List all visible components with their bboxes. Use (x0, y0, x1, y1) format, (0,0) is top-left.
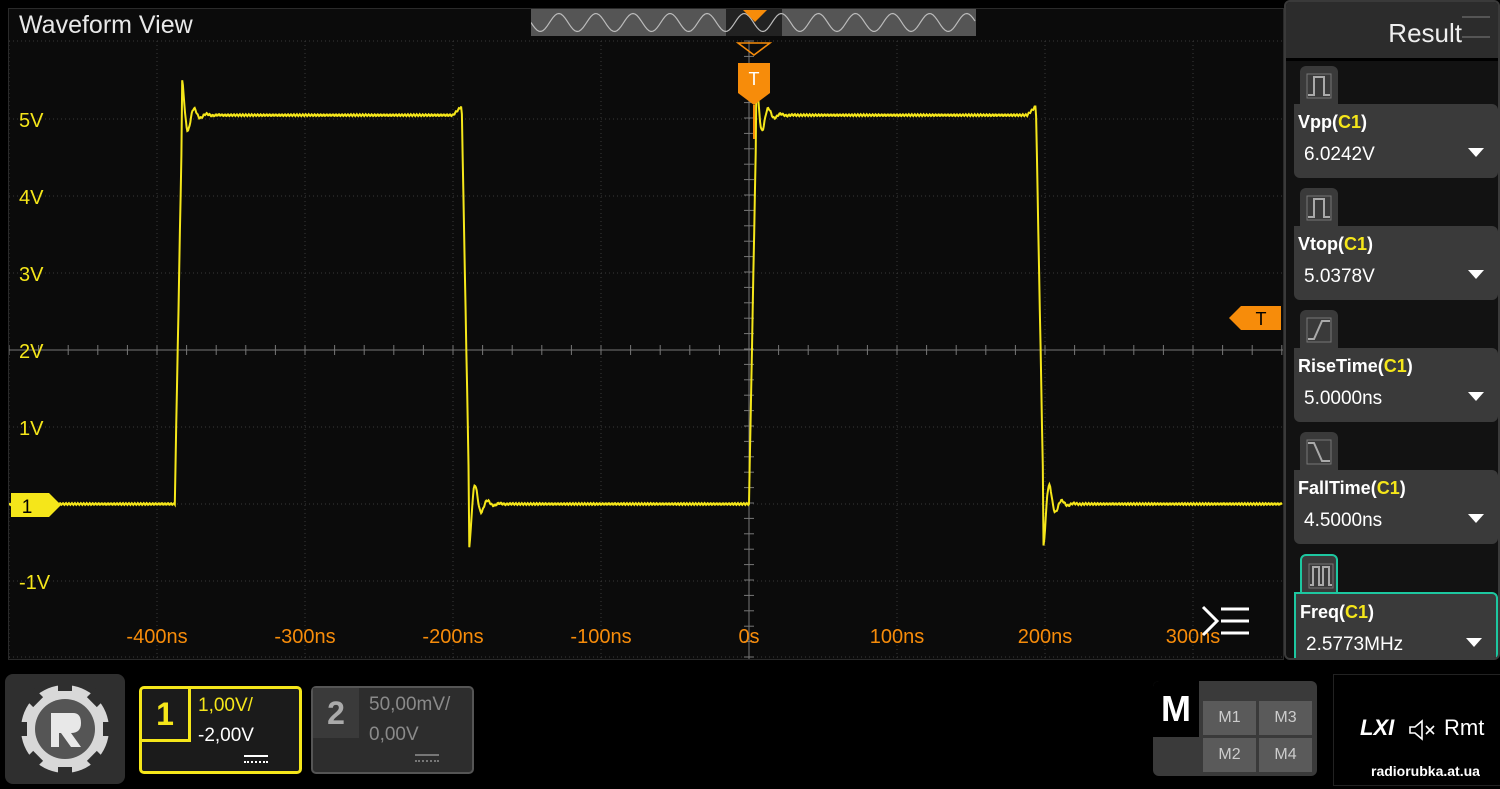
channel-2-number: 2 (313, 688, 359, 738)
trigger-position-marker[interactable]: T (735, 42, 773, 139)
m1-button[interactable]: M1 (1203, 701, 1256, 735)
channel-2-scale: 50,00mV/ (369, 694, 451, 715)
y-axis-label: 2V (19, 341, 44, 363)
x-axis-label: -100ns (570, 626, 631, 648)
y-axis-label: 4V (19, 187, 44, 209)
overview-wave (530, 9, 976, 36)
channel-1-offset: -2,00V (198, 725, 254, 746)
chevron-down-icon[interactable] (1468, 392, 1484, 401)
y-axis-label: 3V (19, 264, 44, 286)
menu-icon[interactable] (1462, 16, 1490, 38)
watermark: radiorubka.at.ua (1371, 763, 1480, 779)
chevron-down-icon[interactable] (1468, 270, 1484, 279)
chevron-down-icon[interactable] (1468, 148, 1484, 157)
waveform-overview-bar[interactable] (530, 9, 976, 36)
m3-button[interactable]: M3 (1259, 701, 1312, 735)
dc-coupling-icon (244, 755, 268, 766)
channel-2-offset: 0,00V (369, 724, 419, 745)
y-axis-label: -1V (19, 572, 51, 594)
x-axis-label: -200ns (422, 626, 483, 648)
chevron-down-icon[interactable] (1466, 638, 1482, 647)
math-panel: M M1 M3 M2 M4 (1153, 681, 1317, 776)
measurement-label: Vpp(C1) (1298, 112, 1368, 132)
trigger-marker-label: T (749, 69, 760, 89)
measurement-value: 2.5773MHz (1306, 634, 1404, 655)
dc-coupling-icon (415, 754, 439, 765)
channel-1-marker-label: 1 (22, 497, 33, 518)
measurement-label: Freq(C1) (1300, 602, 1375, 622)
y-axis-label: 5V (19, 110, 44, 132)
waveform-grid: 5V 4V 3V 2V 1V -1V -400ns -300ns -200ns -100ns 0s 1… (9, 40, 1283, 659)
measurement-value: 4.5000ns (1304, 510, 1383, 531)
waveform-view[interactable]: 5V 4V 3V 2V 1V -1V -400ns -300ns -200ns -100ns 0s 1… (8, 8, 1284, 660)
result-header[interactable]: Result (1286, 2, 1498, 61)
trigger-outline-icon (735, 42, 773, 56)
y-axis-label: 1V (19, 418, 44, 440)
chevron-down-icon[interactable] (1468, 514, 1484, 523)
x-axis-label: 100ns (870, 626, 925, 648)
measurement-value: 5.0000ns (1304, 388, 1383, 409)
x-axis-label: -400ns (126, 626, 187, 648)
channel-1-trace (9, 80, 1283, 548)
trigger-level-marker[interactable]: T (1229, 306, 1281, 330)
measurement-label: FallTime(C1) (1298, 478, 1406, 498)
result-title: Result (1388, 18, 1462, 48)
measurement-value: 5.0378V (1304, 266, 1375, 287)
rise-edge-icon (1300, 310, 1338, 350)
channel-1-scale: 1,00V/ (198, 695, 253, 716)
x-axis-label: 200ns (1018, 626, 1073, 648)
mute-icon[interactable] (1408, 719, 1438, 741)
m4-button[interactable]: M4 (1259, 738, 1312, 772)
channel-1-marker[interactable]: 1 (11, 493, 61, 518)
x-axis-label: 300ns (1166, 626, 1221, 648)
x-axis-label: 0s (738, 626, 759, 648)
measurement-value: 6.0242V (1304, 144, 1375, 165)
main-menu-button[interactable] (5, 674, 125, 784)
m2-button[interactable]: M2 (1203, 738, 1256, 772)
channel-1-settings[interactable]: 1 1,00V/ -2,00V (139, 686, 302, 774)
channel-1-marker-icon (11, 493, 61, 517)
frequency-icon (1300, 554, 1338, 594)
trigger-level-label: T (1256, 309, 1267, 329)
gear-logo-icon (15, 679, 115, 779)
channel-1-number: 1 (142, 689, 191, 742)
measurement-label: Vtop(C1) (1298, 234, 1374, 254)
fall-edge-icon (1300, 432, 1338, 472)
math-button[interactable]: M (1153, 681, 1199, 737)
pulse-icon (1300, 188, 1338, 228)
waveform-view-title: Waveform View (19, 11, 193, 39)
pulse-icon (1300, 66, 1338, 106)
remote-status: Rmt (1444, 715, 1485, 740)
channel-2-settings[interactable]: 2 50,00mV/ 0,00V (311, 686, 474, 774)
x-axis-label: -300ns (274, 626, 335, 648)
result-panel: Result Vpp(C1) 6.0242V Vtop(C1) 5.0378V … (1284, 0, 1500, 660)
lxi-status: LXI (1360, 715, 1395, 740)
measurement-label: RiseTime(C1) (1298, 356, 1413, 376)
